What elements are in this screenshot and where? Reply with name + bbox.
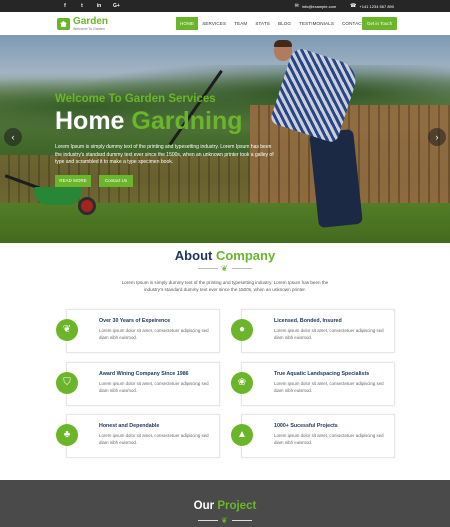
menu-item-home[interactable]: HOME xyxy=(176,17,199,30)
logo-name: Garden xyxy=(73,16,109,27)
feature-card: ▲ 1000+ Sucessful Projects Lorem ipsum d… xyxy=(231,414,395,458)
feature-card: ⛉ Award Wining Company Since 1986 Lorem … xyxy=(56,362,220,406)
leaf-icon: ❦ xyxy=(56,319,78,341)
project-title: Our Project xyxy=(0,500,450,512)
menu-item-stats[interactable]: STATS xyxy=(251,17,274,30)
main-menu: HOME SERVICES TEAM STATS BLOG TESTIMONIA… xyxy=(176,17,376,30)
feature-title: Award Wining Company Since 1986 xyxy=(99,371,189,377)
phone-item[interactable]: ☎ +141 1234 567 890 xyxy=(350,3,394,9)
about-title-green: Company xyxy=(215,248,276,263)
feature-text: Lorem ipsum dolor sit amet, consectetuer… xyxy=(99,433,209,445)
email-item[interactable]: ✉ info@example.com xyxy=(295,3,337,9)
leaf-icon: ❦ xyxy=(221,264,228,273)
tree-icon: ♣ xyxy=(56,424,78,446)
logo-tagline: Welcome To Garden xyxy=(73,27,105,31)
leaf-icon: ❦ xyxy=(221,516,228,525)
logo[interactable]: Garden Welcome To Garden xyxy=(57,17,108,31)
hero-description: Lorem Ipsum is simply dummy text of the … xyxy=(55,144,274,165)
slider-prev-arrow-icon[interactable]: ‹ xyxy=(4,128,22,146)
google-plus-icon[interactable]: G+ xyxy=(113,0,120,12)
get-in-touch-button[interactable]: Get in Touch xyxy=(362,17,397,30)
feature-card: ● Licensed, Bonded, Insured Lorem ipsum … xyxy=(231,309,395,353)
project-section: Our Project ❦ xyxy=(0,480,450,527)
badge-icon: ● xyxy=(231,319,253,341)
twitter-icon[interactable]: t xyxy=(79,0,85,12)
feature-title: Over 30 Years of Expeirence xyxy=(99,318,171,324)
pine-icon: ▲ xyxy=(231,424,253,446)
hero-slider: Welcome To Garden Services Home Gardning… xyxy=(0,35,450,243)
house-icon xyxy=(57,18,70,30)
menu-item-blog[interactable]: BLOG xyxy=(274,17,295,30)
feature-text: Lorem ipsum dolor sit amet, consectetuer… xyxy=(99,381,209,393)
feature-text: Lorem ipsum dolor sit amet, consectetuer… xyxy=(99,328,209,340)
email-text: info@example.com xyxy=(301,3,337,9)
feature-title: 1000+ Sucessful Projects xyxy=(274,423,338,429)
top-bar: f t in G+ ✉ info@example.com ☎ +141 1234… xyxy=(0,0,450,12)
feature-text: Lorem ipsum dolor sit amet, consectetuer… xyxy=(274,381,384,393)
hero-title-white: Home xyxy=(55,107,132,135)
phone-icon: ☎ xyxy=(350,3,357,9)
feature-card: ❦ Over 30 Years of Expeirence Lorem ipsu… xyxy=(56,309,220,353)
contact-info: ✉ info@example.com ☎ +141 1234 567 890 xyxy=(295,0,394,12)
linkedin-icon[interactable]: in xyxy=(96,0,102,12)
feature-title: Licensed, Bonded, Insured xyxy=(274,318,342,324)
slider-next-arrow-icon[interactable]: › xyxy=(428,128,446,146)
facebook-icon[interactable]: f xyxy=(62,0,68,12)
envelope-icon: ✉ xyxy=(294,3,299,9)
about-description: Lorem Ipsum is simply dummy text of the … xyxy=(121,280,329,292)
feature-text: Lorem ipsum dolor sit amet, consectetuer… xyxy=(274,433,384,445)
section-divider: ❦ xyxy=(198,264,252,273)
about-title-dark: About xyxy=(174,248,216,263)
feature-card: ♣ Honest and Dependable Lorem ipsum dolo… xyxy=(56,414,220,458)
menu-item-testimonials[interactable]: TESTIMONIALS xyxy=(295,17,338,30)
social-links: f t in G+ xyxy=(62,0,120,12)
feature-title: Honest and Dependable xyxy=(99,423,160,429)
plant-icon: ❀ xyxy=(231,372,253,394)
hero-overlay xyxy=(0,35,450,243)
menu-item-services[interactable]: SERVICES xyxy=(198,17,230,30)
feature-title: True Aquatic Landspacing Specialists xyxy=(274,371,370,377)
read-more-button[interactable]: READ MORE xyxy=(55,175,91,187)
logo-text: Garden Welcome To Garden xyxy=(73,16,109,32)
feature-text: Lorem ipsum dolor sit amet, consectetuer… xyxy=(274,328,384,340)
hero-title-green: Gardning xyxy=(131,107,243,135)
navbar: Garden Welcome To Garden HOME SERVICES T… xyxy=(0,12,450,35)
project-title-white: Our xyxy=(193,500,218,512)
hero-subtitle: Welcome To Garden Services xyxy=(55,93,216,105)
section-divider: ❦ xyxy=(198,516,252,525)
menu-item-team[interactable]: TEAM xyxy=(230,17,251,30)
project-title-green: Project xyxy=(217,500,257,512)
shield-icon: ⛉ xyxy=(56,372,78,394)
about-title: About Company xyxy=(0,248,450,263)
feature-card: ❀ True Aquatic Landspacing Specialists L… xyxy=(231,362,395,406)
hero-title: Home Gardning xyxy=(55,107,243,136)
phone-text: +141 1234 567 890 xyxy=(359,3,394,9)
contact-us-button[interactable]: Contact Us xyxy=(99,175,133,187)
